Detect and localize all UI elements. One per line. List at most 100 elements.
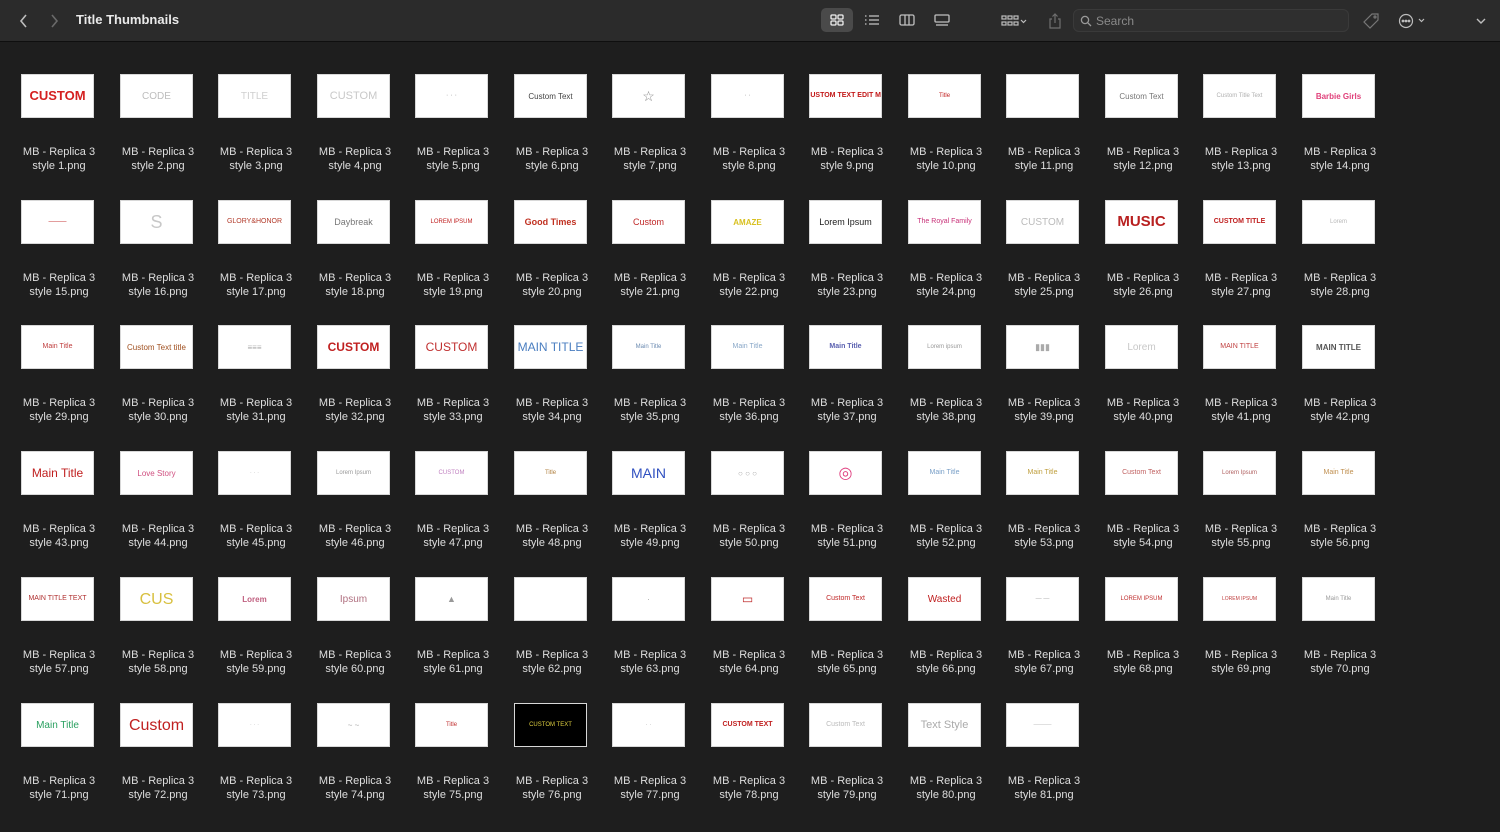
file-name-label[interactable]: MB - Replica 3 style 64.png: [701, 648, 797, 676]
file-name-label[interactable]: MB - Replica 3 style 58.png: [110, 648, 206, 676]
file-thumbnail[interactable]: CUSTOM: [415, 325, 488, 369]
file-name-label[interactable]: MB - Replica 3 style 77.png: [602, 774, 698, 802]
file-name-label[interactable]: MB - Replica 3 style 46.png: [307, 522, 403, 550]
file-name-label[interactable]: MB - Replica 3 style 71.png: [11, 774, 107, 802]
file-thumbnail[interactable]: ◎: [809, 451, 882, 495]
file-thumbnail[interactable]: Lorem ipsum: [908, 325, 981, 369]
file-thumbnail[interactable]: Lorem Ipsum: [317, 451, 390, 495]
file-thumbnail[interactable]: ▮▮▮: [1006, 325, 1079, 369]
file-name-label[interactable]: MB - Replica 3 style 80.png: [898, 774, 994, 802]
file-thumbnail[interactable]: [1006, 74, 1079, 118]
file-name-label[interactable]: MB - Replica 3 style 75.png: [405, 774, 501, 802]
file-name-label[interactable]: MB - Replica 3 style 28.png: [1292, 271, 1388, 299]
file-thumbnail[interactable]: ~ ~: [317, 703, 390, 747]
file-item[interactable]: Main Title MB - Replica 3 style 70.png: [1292, 574, 1388, 694]
file-item[interactable]: Text Style MB - Replica 3 style 80.png: [898, 700, 994, 820]
file-item[interactable]: LOREM IPSUM MB - Replica 3 style 68.png: [1095, 574, 1191, 694]
file-item[interactable]: CUSTOM TEXT MB - Replica 3 style 78.png: [701, 700, 797, 820]
file-item[interactable]: ▮▮▮ MB - Replica 3 style 39.png: [996, 322, 1092, 442]
list-view-button[interactable]: [856, 8, 888, 32]
file-thumbnail[interactable]: Good Times: [514, 200, 587, 244]
file-item[interactable]: Barbie Girls MB - Replica 3 style 14.png: [1292, 71, 1388, 191]
file-item[interactable]: Custom Text MB - Replica 3 style 6.png: [504, 71, 600, 191]
file-item[interactable]: Custom Text MB - Replica 3 style 12.png: [1095, 71, 1191, 191]
file-item[interactable]: LOREM IPSUM MB - Replica 3 style 19.png: [405, 197, 501, 317]
file-thumbnail[interactable]: · · ·: [218, 703, 291, 747]
file-item[interactable]: Main Title MB - Replica 3 style 71.png: [11, 700, 107, 820]
file-name-label[interactable]: MB - Replica 3 style 26.png: [1095, 271, 1191, 299]
file-name-label[interactable]: MB - Replica 3 style 73.png: [208, 774, 304, 802]
file-item[interactable]: MAIN MB - Replica 3 style 49.png: [602, 448, 698, 568]
file-thumbnail[interactable]: GLORY&HONOR: [218, 200, 291, 244]
file-item[interactable]: · · · MB - Replica 3 style 5.png: [405, 71, 501, 191]
file-name-label[interactable]: MB - Replica 3 style 63.png: [602, 648, 698, 676]
file-item[interactable]: MB - Replica 3 style 62.png: [504, 574, 600, 694]
more-actions-button[interactable]: [1396, 9, 1430, 33]
file-thumbnail[interactable]: Title: [514, 451, 587, 495]
tag-button[interactable]: [1361, 9, 1381, 33]
file-item[interactable]: Custom MB - Replica 3 style 72.png: [110, 700, 206, 820]
file-item[interactable]: · · MB - Replica 3 style 8.png: [701, 71, 797, 191]
file-name-label[interactable]: MB - Replica 3 style 2.png: [110, 145, 206, 173]
file-name-label[interactable]: MB - Replica 3 style 61.png: [405, 648, 501, 676]
file-thumbnail[interactable]: ▲: [415, 577, 488, 621]
file-thumbnail[interactable]: LOREM IPSUM: [1203, 577, 1276, 621]
file-item[interactable]: MAIN TITLE MB - Replica 3 style 41.png: [1193, 322, 1289, 442]
file-thumbnail[interactable]: Custom: [120, 703, 193, 747]
file-item[interactable]: CUSTOM TEXT EDIT ME MB - Replica 3 style 9…: [799, 71, 895, 191]
file-name-label[interactable]: MB - Replica 3 style 45.png: [208, 522, 304, 550]
search-field[interactable]: [1073, 9, 1349, 32]
file-thumbnail[interactable]: MAIN TITLE: [1302, 325, 1375, 369]
share-button[interactable]: [1044, 9, 1066, 33]
file-thumbnail[interactable]: Custom Text: [809, 577, 882, 621]
group-by-button[interactable]: [996, 9, 1032, 33]
file-name-label[interactable]: MB - Replica 3 style 6.png: [504, 145, 600, 173]
file-name-label[interactable]: MB - Replica 3 style 10.png: [898, 145, 994, 173]
file-name-label[interactable]: MB - Replica 3 style 25.png: [996, 271, 1092, 299]
file-name-label[interactable]: MB - Replica 3 style 37.png: [799, 396, 895, 424]
file-thumbnail[interactable]: LOREM IPSUM: [415, 200, 488, 244]
file-thumbnail[interactable]: Main Title: [612, 325, 685, 369]
file-thumbnail[interactable]: Custom Text: [809, 703, 882, 747]
file-item[interactable]: ≡≡≡ MB - Replica 3 style 31.png: [208, 322, 304, 442]
file-item[interactable]: Title MB - Replica 3 style 10.png: [898, 71, 994, 191]
file-name-label[interactable]: MB - Replica 3 style 1.png: [11, 145, 107, 173]
file-thumbnail[interactable]: Custom Text: [1105, 451, 1178, 495]
file-name-label[interactable]: MB - Replica 3 style 59.png: [208, 648, 304, 676]
file-name-label[interactable]: MB - Replica 3 style 56.png: [1292, 522, 1388, 550]
file-name-label[interactable]: MB - Replica 3 style 70.png: [1292, 648, 1388, 676]
file-item[interactable]: ☆ MB - Replica 3 style 7.png: [602, 71, 698, 191]
file-thumbnail[interactable]: ☆: [612, 74, 685, 118]
file-item[interactable]: Custom Text MB - Replica 3 style 79.png: [799, 700, 895, 820]
file-item[interactable]: Lorem Ipsum MB - Replica 3 style 23.png: [799, 197, 895, 317]
file-thumbnail[interactable]: ≡≡≡: [218, 325, 291, 369]
file-item[interactable]: CUSTOM MB - Replica 3 style 4.png: [307, 71, 403, 191]
file-name-label[interactable]: MB - Replica 3 style 30.png: [110, 396, 206, 424]
file-item[interactable]: CUSTOM MB - Replica 3 style 25.png: [996, 197, 1092, 317]
file-thumbnail[interactable]: Main Title: [1302, 451, 1375, 495]
file-item[interactable]: Main Title MB - Replica 3 style 56.png: [1292, 448, 1388, 568]
file-thumbnail[interactable]: Wasted: [908, 577, 981, 621]
file-name-label[interactable]: MB - Replica 3 style 27.png: [1193, 271, 1289, 299]
file-thumbnail[interactable]: · · ·: [218, 451, 291, 495]
file-thumbnail[interactable]: CUSTOM: [415, 451, 488, 495]
file-item[interactable]: — — MB - Replica 3 style 67.png: [996, 574, 1092, 694]
file-thumbnail[interactable]: CUSTOM: [21, 74, 94, 118]
file-thumbnail[interactable]: Custom: [612, 200, 685, 244]
file-name-label[interactable]: MB - Replica 3 style 69.png: [1193, 648, 1289, 676]
file-thumbnail[interactable]: MAIN TITLE TEXT: [21, 577, 94, 621]
file-item[interactable]: Main Title MB - Replica 3 style 35.png: [602, 322, 698, 442]
file-item[interactable]: CODE MB - Replica 3 style 2.png: [110, 71, 206, 191]
file-name-label[interactable]: MB - Replica 3 style 47.png: [405, 522, 501, 550]
file-thumbnail[interactable]: ———: [1006, 703, 1079, 747]
file-thumbnail[interactable]: CUSTOM TITLE: [1203, 200, 1276, 244]
file-item[interactable]: Main Title MB - Replica 3 style 37.png: [799, 322, 895, 442]
file-item[interactable]: AMAZE MB - Replica 3 style 22.png: [701, 197, 797, 317]
file-name-label[interactable]: MB - Replica 3 style 24.png: [898, 271, 994, 299]
file-thumbnail[interactable]: · ·: [612, 703, 685, 747]
file-name-label[interactable]: MB - Replica 3 style 4.png: [307, 145, 403, 173]
file-name-label[interactable]: MB - Replica 3 style 5.png: [405, 145, 501, 173]
file-thumbnail[interactable]: ▭: [711, 577, 784, 621]
file-name-label[interactable]: MB - Replica 3 style 36.png: [701, 396, 797, 424]
file-name-label[interactable]: MB - Replica 3 style 79.png: [799, 774, 895, 802]
